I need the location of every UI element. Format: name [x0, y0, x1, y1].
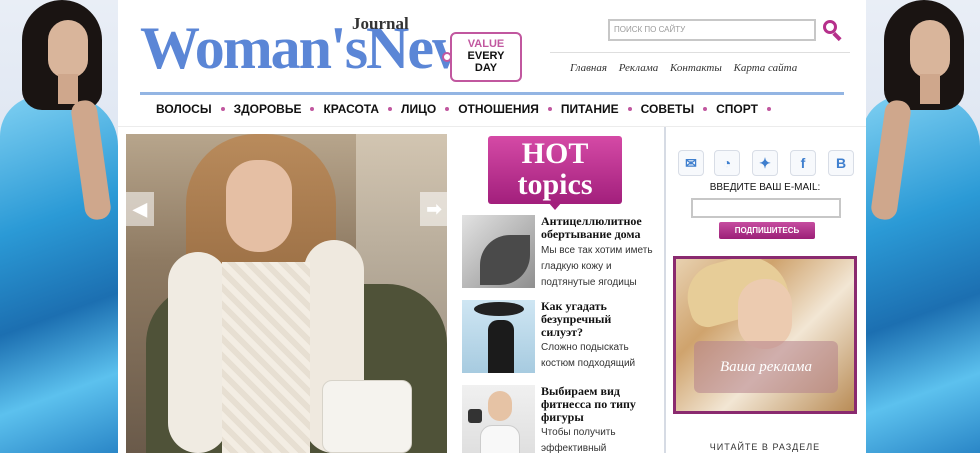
nav-separator-dot — [547, 106, 552, 111]
logo-title: Woman'sNews — [140, 15, 497, 81]
article-title[interactable]: Как угадать безупречный силуэт? — [541, 300, 653, 339]
page-content: Woman'sNews Journal VALUE EVERY DAY ПОИС… — [118, 0, 866, 453]
search-input[interactable]: ПОИСК ПО САЙТУ — [608, 19, 816, 41]
nav-bottom-divider — [118, 126, 866, 127]
main-navigation: ВОЛОСЫ ЗДОРОВЬЕ КРАСОТА ЛИЦО ОТНОШЕНИЯ ПИТАНИ… — [156, 102, 780, 118]
nav-separator-dot — [220, 106, 225, 111]
article-thumbnail[interactable] — [462, 385, 535, 453]
top-link-contacts[interactable]: Контакты — [670, 62, 722, 74]
nav-separator-dot — [766, 106, 771, 111]
article-description: Сложно подыскать костюм подходящий — [541, 342, 636, 369]
article-thumbnail[interactable] — [462, 215, 535, 288]
section-heading: ЧИТАЙТЕ В РАЗДЕЛЕ — [709, 442, 821, 452]
ad-label: Ваша реклама — [694, 341, 838, 393]
top-link-ads[interactable]: Реклама — [619, 62, 659, 74]
tag-line-3: DAY — [474, 62, 498, 74]
nav-top-line — [140, 92, 844, 95]
top-links: Главная Реклама Контакты Карта сайта — [570, 62, 806, 74]
article-title[interactable]: Антицеллюлитное обертывание дома — [541, 215, 653, 241]
top-link-home[interactable]: Главная — [570, 62, 607, 74]
slider-prev-icon[interactable]: ◀ — [126, 192, 154, 226]
facebook-icon[interactable]: f — [790, 150, 816, 176]
tag-hole-icon — [442, 52, 452, 62]
subscribe-button[interactable]: ПОДПИШИТЕСЬ — [719, 222, 815, 239]
top-link-sitemap[interactable]: Карта сайта — [734, 62, 798, 74]
twitter-icon[interactable]: ✦ — [752, 150, 778, 176]
email-field[interactable] — [691, 198, 841, 218]
header-divider — [550, 52, 850, 53]
nav-item-health[interactable]: ЗДОРОВЬЕ — [234, 102, 302, 116]
hot-topics-line1: HOT — [521, 137, 589, 170]
nav-item-face[interactable]: ЛИЦО — [401, 102, 436, 116]
nav-separator-dot — [310, 106, 315, 111]
tag-line-2: EVERY — [467, 50, 505, 62]
right-background-model-image — [862, 0, 980, 453]
tag-line-1: VALUE — [467, 38, 505, 50]
nav-item-beauty[interactable]: КРАСОТА — [323, 102, 379, 116]
nav-item-sport[interactable]: СПОРТ — [716, 102, 758, 116]
hot-topics-badge: HOT topics — [488, 136, 622, 210]
nav-item-nutrition[interactable]: ПИТАНИЕ — [561, 102, 619, 116]
article-description: Мы все так хотим иметь гладкую кожу и по… — [541, 245, 653, 288]
nav-separator-dot — [388, 106, 393, 111]
email-label: ВВЕДИТЕ ВАШ E-MAIL: — [709, 182, 821, 193]
sidebar-divider — [664, 127, 666, 453]
article-description: Чтобы получить эффективный — [541, 427, 616, 453]
nav-item-tips[interactable]: СОВЕТЫ — [641, 102, 694, 116]
left-background-model-image — [0, 0, 118, 453]
hero-slider-image[interactable] — [126, 134, 447, 453]
logo-subtitle: Journal — [352, 14, 409, 33]
article-title[interactable]: Выбираем вид фитнесса по типу фигуры — [541, 385, 653, 424]
nav-separator-dot — [627, 106, 632, 111]
hot-topics-line2: topics — [517, 168, 593, 201]
nav-item-hair[interactable]: ВОЛОСЫ — [156, 102, 212, 116]
value-tag: VALUE EVERY DAY — [442, 32, 522, 82]
nav-separator-dot — [445, 106, 450, 111]
slider-next-icon[interactable]: ➡ — [420, 192, 448, 226]
site-logo[interactable]: Woman'sNews Journal VALUE EVERY DAY — [140, 10, 522, 90]
ad-banner[interactable]: Ваша реклама — [673, 256, 857, 414]
vk-icon[interactable]: B — [828, 150, 854, 176]
nav-separator-dot — [703, 106, 708, 111]
search-icon[interactable] — [820, 18, 844, 42]
ad-image[interactable]: Ваша реклама — [676, 259, 854, 411]
article-thumbnail[interactable] — [462, 300, 535, 373]
mail-icon[interactable]: ✉ — [678, 150, 704, 176]
nav-item-relationships[interactable]: ОТНОШЕНИЯ — [458, 102, 539, 116]
rss-icon[interactable]: ◔ — [714, 150, 740, 176]
